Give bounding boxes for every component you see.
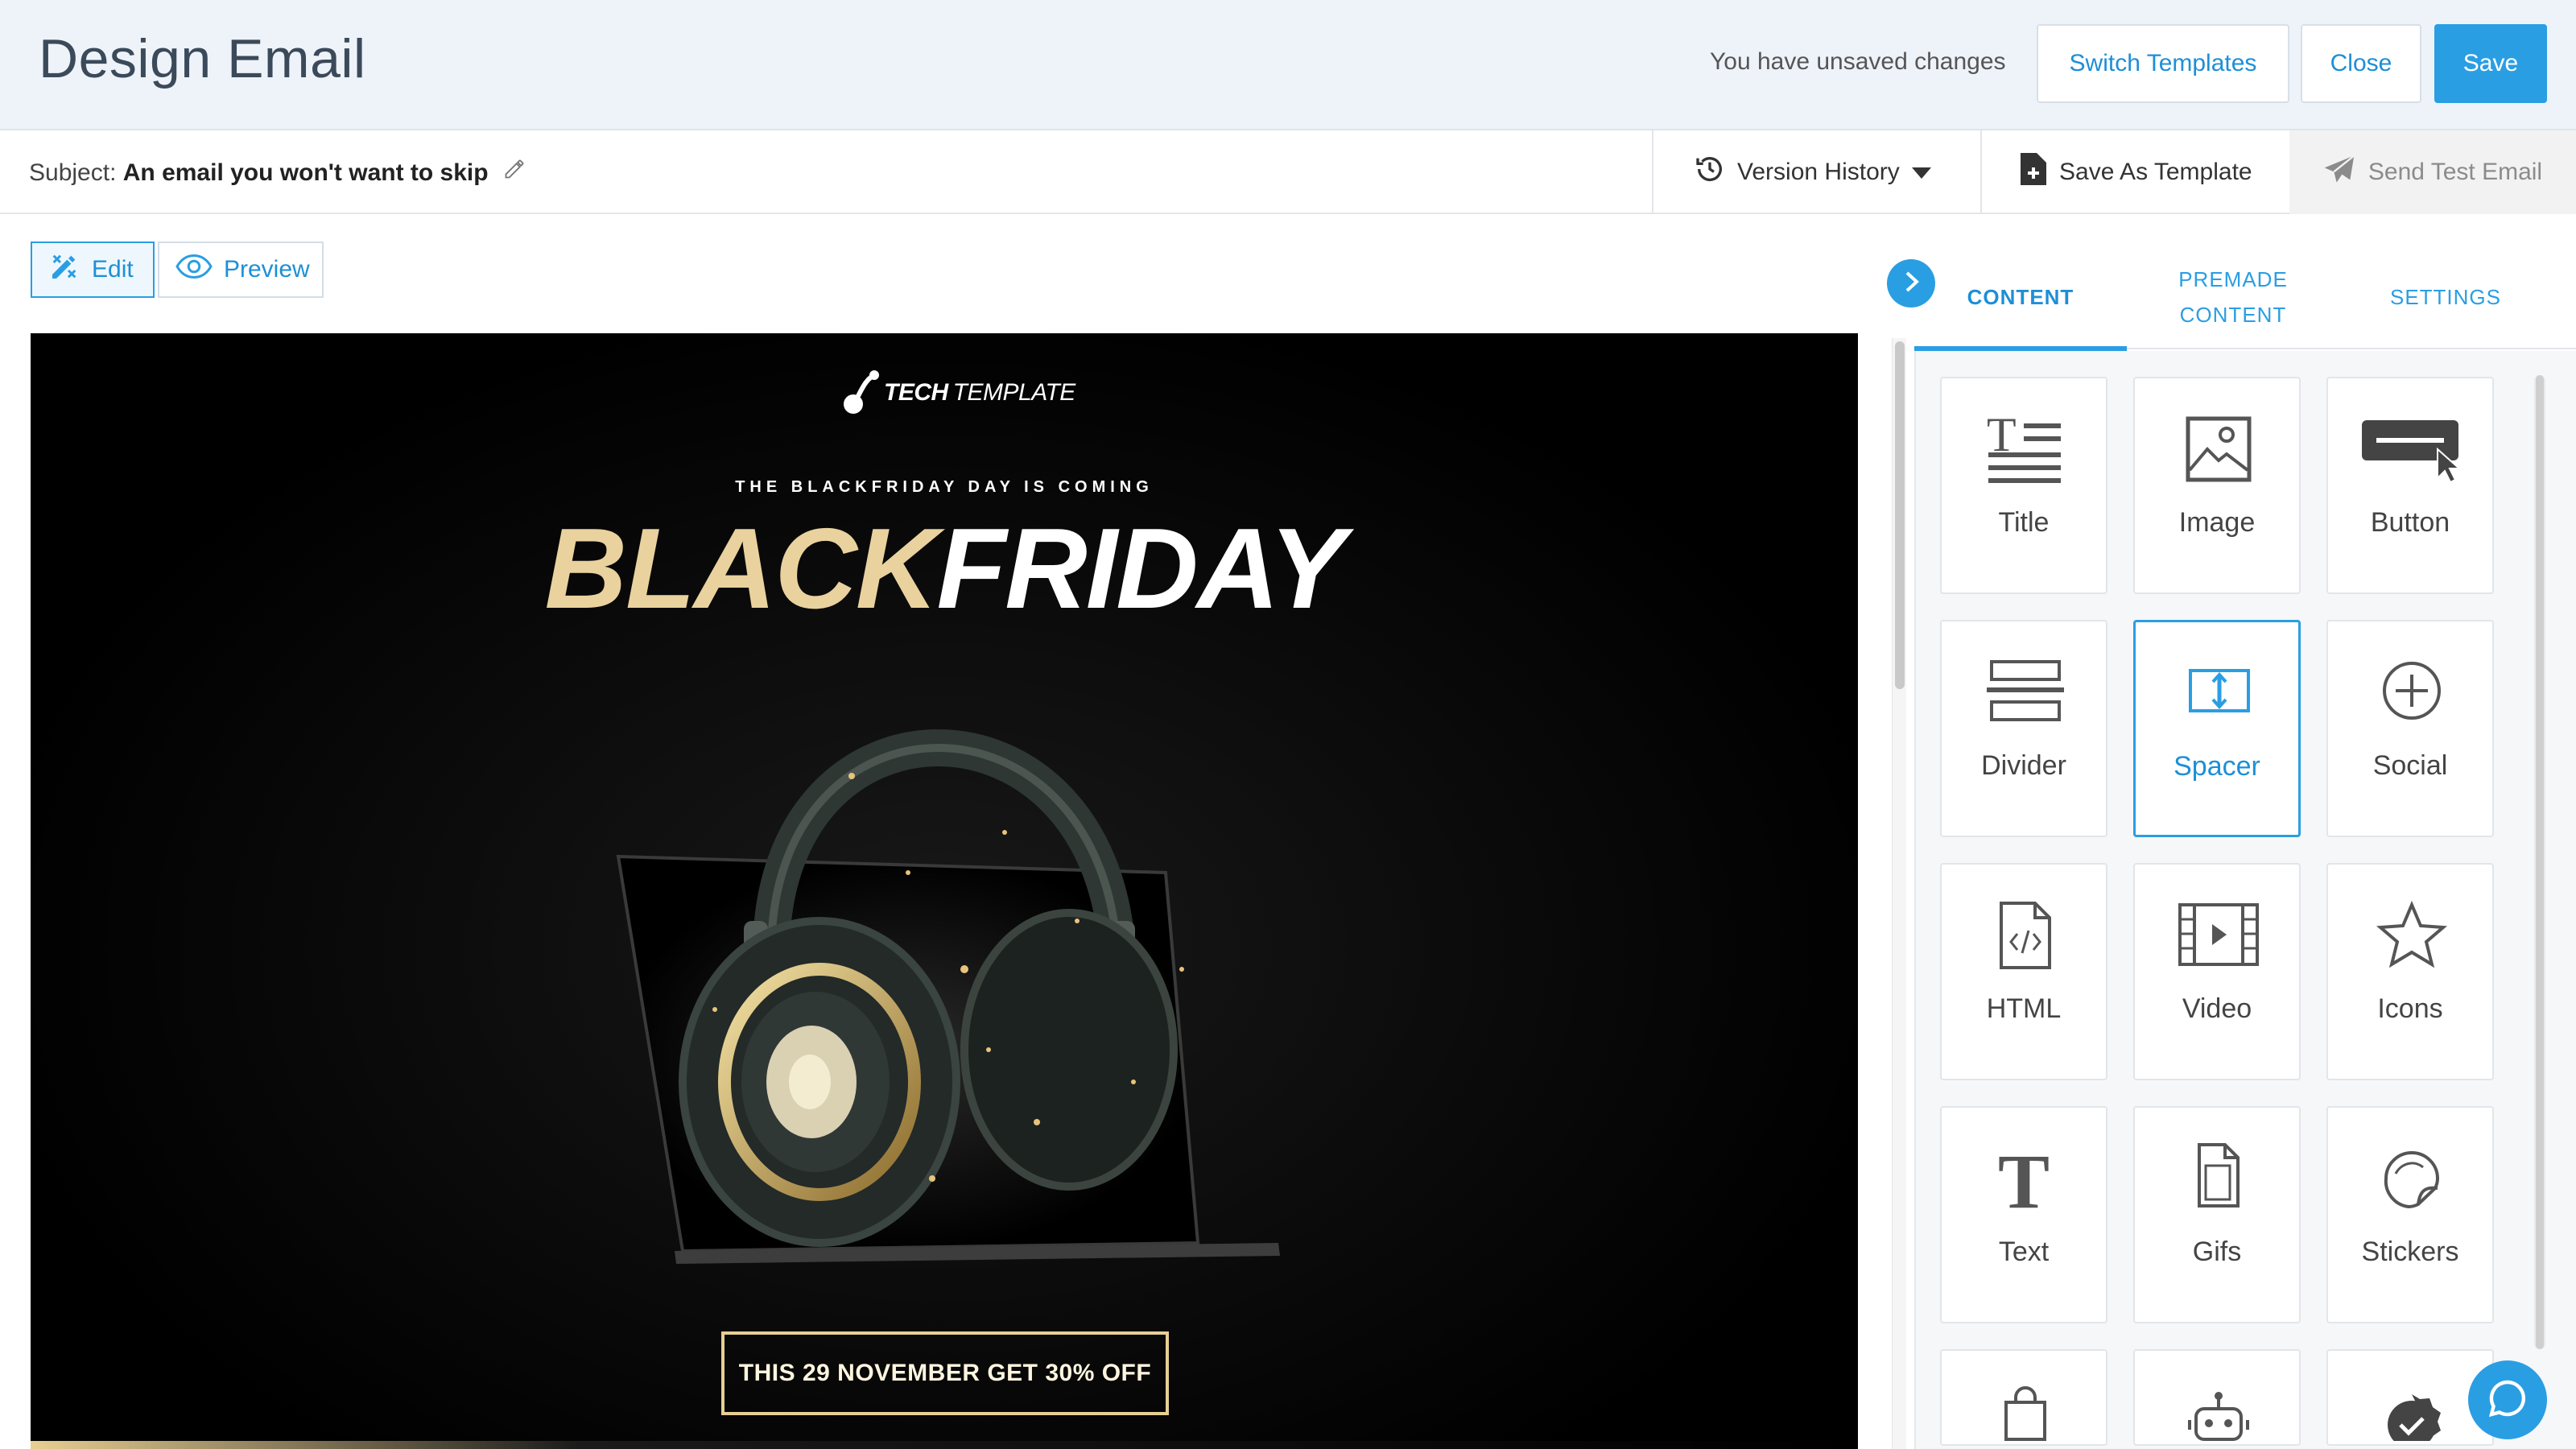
image-icon bbox=[2186, 416, 2252, 482]
edit-label: Edit bbox=[92, 256, 134, 283]
mode-toggle: Edit Preview bbox=[31, 242, 324, 298]
block-label: Text bbox=[1998, 1236, 2050, 1267]
send-test-email-button[interactable]: Send Test Email bbox=[2289, 130, 2576, 214]
logo-text-light: TEMPLATE bbox=[952, 379, 1076, 406]
shopping-bag-icon bbox=[2004, 1386, 2046, 1441]
version-history-dropdown[interactable]: Version History bbox=[1694, 153, 1932, 192]
subject-value: An email you won't want to skip bbox=[122, 159, 489, 186]
top-header: Design Email You have unsaved changes Sw… bbox=[0, 0, 2576, 130]
block-title[interactable]: T Title bbox=[1940, 377, 2107, 594]
block-image[interactable]: Image bbox=[2133, 377, 2301, 594]
robot-icon bbox=[2188, 1392, 2249, 1441]
headline-part-black: BLACK bbox=[544, 505, 939, 633]
block-social[interactable]: Social bbox=[2326, 620, 2494, 837]
subject-label: Subject: bbox=[29, 159, 117, 186]
block-label: Icons bbox=[2377, 993, 2443, 1024]
edit-mode-button[interactable]: Edit bbox=[31, 242, 155, 298]
next-section-edge bbox=[31, 1441, 1858, 1449]
text-icon: T bbox=[1998, 1141, 2050, 1214]
tab-premade-line2: CONTENT bbox=[2179, 303, 2287, 327]
html-icon bbox=[2000, 902, 2051, 969]
gif-icon bbox=[2198, 1143, 2240, 1208]
verified-badge-icon bbox=[2388, 1394, 2441, 1441]
chat-support-button[interactable] bbox=[2468, 1360, 2547, 1439]
social-icon bbox=[2383, 662, 2441, 720]
block-gifs[interactable]: Gifs bbox=[2133, 1106, 2301, 1323]
design-tools-icon bbox=[48, 250, 80, 289]
divider bbox=[1980, 130, 1982, 214]
paper-plane-icon bbox=[2323, 154, 2355, 191]
tech-template-logo: TECH TEMPLATE bbox=[844, 370, 1075, 415]
block-divider[interactable]: Divider bbox=[1940, 620, 2107, 837]
block-button[interactable]: Button bbox=[2326, 377, 2494, 594]
block-label: Divider bbox=[1981, 750, 2066, 781]
block-label: Button bbox=[2370, 507, 2450, 538]
pencil-icon[interactable] bbox=[503, 158, 526, 187]
version-history-label: Version History bbox=[1737, 159, 1900, 185]
block-video[interactable]: Video bbox=[2133, 863, 2301, 1080]
spacer-icon bbox=[2189, 669, 2250, 712]
email-tagline: THE BLACKFRIDAY DAY IS COMING bbox=[735, 478, 1154, 496]
switch-templates-button[interactable]: Switch Templates bbox=[2037, 24, 2289, 103]
file-plus-icon bbox=[2021, 153, 2046, 192]
block-label: Stickers bbox=[2361, 1236, 2459, 1267]
headline-part-friday: FRIDAY bbox=[936, 505, 1345, 633]
sticker-icon bbox=[2384, 1151, 2440, 1209]
block-html[interactable]: HTML bbox=[1940, 863, 2107, 1080]
title-icon: T bbox=[1987, 412, 2061, 483]
block-label: Video bbox=[2182, 993, 2252, 1024]
block-stickers[interactable]: Stickers bbox=[2326, 1106, 2494, 1323]
block-ai[interactable] bbox=[2133, 1349, 2301, 1446]
block-label: Image bbox=[2178, 507, 2256, 538]
block-label: HTML bbox=[1986, 993, 2062, 1024]
logo-text-bold: TECH bbox=[884, 379, 948, 406]
block-text[interactable]: T Text bbox=[1940, 1106, 2107, 1323]
eye-icon bbox=[175, 254, 213, 285]
block-spacer[interactable]: Spacer bbox=[2133, 620, 2301, 837]
save-as-template-label: Save As Template bbox=[2059, 159, 2252, 185]
divider bbox=[1652, 130, 1653, 214]
block-label: Title bbox=[1998, 507, 2050, 538]
svg-text:T: T bbox=[1998, 1141, 2050, 1214]
caret-down-icon bbox=[1911, 159, 1932, 186]
tab-premade-content[interactable]: PREMADE CONTENT bbox=[2127, 245, 2339, 349]
subject-line[interactable]: Subject: An email you won't want to skip bbox=[29, 158, 526, 187]
panel-scrollbar-thumb[interactable] bbox=[2536, 375, 2544, 1349]
video-icon bbox=[2178, 903, 2259, 966]
canvas-scrollbar-thumb[interactable] bbox=[1895, 341, 1905, 689]
block-label: Gifs bbox=[2192, 1236, 2242, 1267]
history-icon bbox=[1694, 153, 1726, 192]
chat-bubble-icon bbox=[2487, 1377, 2529, 1423]
block-label: Social bbox=[2372, 750, 2448, 781]
send-test-email-label: Send Test Email bbox=[2368, 159, 2543, 185]
tab-premade-line1: PREMADE bbox=[2178, 266, 2288, 291]
save-button[interactable]: Save bbox=[2434, 24, 2547, 103]
button-icon bbox=[2362, 420, 2462, 484]
cta-button[interactable]: THIS 29 NOVEMBER GET 30% OFF bbox=[721, 1331, 1169, 1415]
close-button[interactable]: Close bbox=[2301, 24, 2421, 103]
tab-settings[interactable]: SETTINGS bbox=[2339, 245, 2552, 349]
panel-tabs: CONTENT PREMADE CONTENT SETTINGS bbox=[1914, 245, 2576, 351]
block-shop[interactable] bbox=[1940, 1349, 2107, 1446]
star-icon bbox=[2376, 900, 2447, 968]
unsaved-changes-status: You have unsaved changes bbox=[1710, 48, 2006, 75]
block-label: Spacer bbox=[2174, 751, 2260, 782]
save-as-template-button[interactable]: Save As Template bbox=[2021, 153, 2252, 192]
preview-mode-button[interactable]: Preview bbox=[158, 242, 324, 298]
email-headline: BLACKFRIDAY bbox=[31, 501, 1858, 638]
divider-icon bbox=[1987, 660, 2064, 721]
email-canvas[interactable]: TECH TEMPLATE THE BLACKFRIDAY DAY IS COMI… bbox=[31, 333, 1858, 1449]
headphones-laptop-image bbox=[616, 729, 1280, 1264]
tab-content[interactable]: CONTENT bbox=[1914, 245, 2127, 351]
preview-label: Preview bbox=[224, 256, 310, 283]
block-icons[interactable]: Icons bbox=[2326, 863, 2494, 1080]
page-title: Design Email bbox=[39, 28, 366, 89]
subject-bar: Subject: An email you won't want to skip… bbox=[0, 130, 2576, 214]
